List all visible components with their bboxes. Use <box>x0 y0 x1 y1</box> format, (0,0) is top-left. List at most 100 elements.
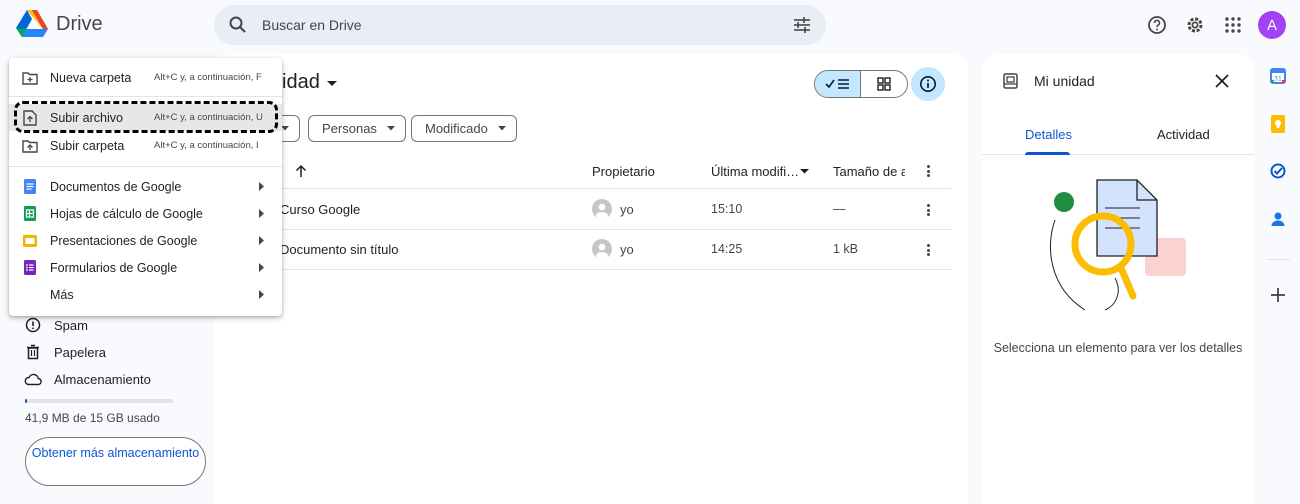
storage-usage-fill <box>25 399 27 403</box>
search-placeholder[interactable]: Buscar en Drive <box>262 17 362 33</box>
view-toggle <box>814 70 908 98</box>
nav-item-label: Almacenamiento <box>54 371 151 387</box>
drive-logo[interactable]: Drive <box>16 10 103 38</box>
menu-item-label: Presentaciones de Google <box>50 233 198 248</box>
nav-item-label: Papelera <box>54 344 107 360</box>
chevron-right-icon <box>259 236 264 245</box>
divider <box>214 229 951 230</box>
view-details-button[interactable] <box>911 67 945 101</box>
divider <box>214 269 951 270</box>
chevron-down-icon <box>386 126 395 131</box>
settings-icon[interactable] <box>1182 12 1208 38</box>
menu-item-label: Hojas de cálculo de Google <box>50 206 203 221</box>
filter-chip-label: Personas <box>322 121 377 136</box>
keep-icon[interactable] <box>1268 114 1288 134</box>
active-tab-indicator <box>1025 152 1070 155</box>
sort-ascending-icon[interactable] <box>295 164 307 178</box>
account-avatar[interactable]: A <box>1258 11 1286 39</box>
menu-divider <box>9 96 282 97</box>
add-addon-icon[interactable] <box>1268 285 1288 305</box>
details-empty-message: Selecciona un elemento para ver los deta… <box>993 341 1243 355</box>
file-name[interactable]: Documento sin título <box>280 242 399 257</box>
menu-item-google-sheets[interactable]: Hojas de cálculo de Google <box>9 200 282 227</box>
menu-item-google-slides[interactable]: Presentaciones de Google <box>9 227 282 254</box>
menu-item-label: Documentos de Google <box>50 179 182 194</box>
chevron-down-icon <box>281 126 289 131</box>
new-folder-icon <box>22 70 38 86</box>
menu-item-new-folder[interactable]: Nueva carpeta Alt+C y, a continuación, F <box>9 64 282 91</box>
apps-grid-icon[interactable] <box>1220 12 1246 38</box>
chevron-right-icon <box>259 263 264 272</box>
title-dropdown-icon[interactable] <box>327 81 337 87</box>
page-title[interactable]: idad <box>282 71 320 94</box>
contacts-icon[interactable] <box>1268 209 1288 229</box>
menu-item-upload-folder[interactable]: Subir carpeta Alt+C y, a continuación, I <box>9 132 282 159</box>
chevron-right-icon <box>259 209 264 218</box>
file-size: — <box>833 202 846 216</box>
trash-icon <box>24 343 42 361</box>
chevron-right-icon <box>259 290 264 299</box>
sort-dropdown-icon[interactable] <box>800 169 809 174</box>
menu-item-google-forms[interactable]: Formularios de Google <box>9 254 282 281</box>
grid-view-button[interactable] <box>861 71 907 97</box>
menu-item-more[interactable]: Más <box>9 281 282 308</box>
tasks-icon[interactable] <box>1268 161 1288 181</box>
menu-item-shortcut: Alt+C y, a continuación, F <box>154 72 262 83</box>
menu-item-shortcut: Alt+C y, a continuación, I <box>154 140 259 151</box>
file-size: 1 kB <box>833 242 859 256</box>
column-header-size[interactable]: Tamaño de a <box>833 164 905 179</box>
filter-chip-label: Modificado <box>425 121 488 136</box>
storage-usage-text: 41,9 MB de 15 GB usado <box>25 411 160 425</box>
chevron-down-icon <box>497 126 506 131</box>
calendar-icon[interactable]: 31 <box>1268 66 1288 86</box>
slides-icon <box>22 233 38 249</box>
menu-item-label: Más <box>50 287 74 302</box>
spam-icon <box>24 316 42 334</box>
details-title: Mi unidad <box>1034 73 1095 89</box>
info-icon <box>920 76 936 92</box>
forms-icon <box>22 260 38 276</box>
nav-item-storage[interactable]: Almacenamiento <box>24 370 151 388</box>
header-actions: A <box>1144 11 1286 39</box>
menu-item-label: Subir carpeta <box>50 138 125 153</box>
cloud-icon <box>24 370 42 388</box>
file-owner: yo <box>592 199 634 219</box>
top-bar: Drive Buscar en Drive A <box>0 0 1300 52</box>
file-name[interactable]: Curso Google <box>280 202 360 217</box>
owner-avatar-icon <box>592 239 612 259</box>
app-name: Drive <box>56 12 103 35</box>
row-more-actions-icon[interactable] <box>922 202 934 218</box>
get-more-storage-button[interactable]: Obtener más almacenamiento <box>25 437 206 486</box>
column-options-icon[interactable] <box>922 163 934 179</box>
folder-upload-icon <box>22 138 38 154</box>
list-view-button[interactable] <box>815 71 862 97</box>
divider <box>214 188 951 189</box>
svg-text:31: 31 <box>1274 76 1282 83</box>
menu-item-label: Nueva carpeta <box>50 70 132 85</box>
empty-details-illustration <box>1049 179 1186 311</box>
list-view-icon <box>824 79 849 89</box>
owner-name: yo <box>620 241 634 257</box>
search-icon[interactable] <box>228 15 248 35</box>
row-more-actions-icon[interactable] <box>922 242 934 258</box>
menu-item-google-docs[interactable]: Documentos de Google <box>9 173 282 200</box>
search-options-icon[interactable] <box>792 15 812 35</box>
close-icon[interactable] <box>1214 73 1230 89</box>
sheets-icon <box>22 206 38 222</box>
column-header-owner[interactable]: Propietario <box>592 164 655 179</box>
search-bar[interactable]: Buscar en Drive <box>214 5 826 45</box>
menu-divider <box>9 166 282 167</box>
filter-chip-modified[interactable]: Modificado <box>411 115 517 142</box>
filter-chip-people[interactable]: Personas <box>308 115 406 142</box>
nav-item-spam[interactable]: Spam <box>24 316 88 334</box>
help-icon[interactable] <box>1144 12 1170 38</box>
column-header-modified[interactable]: Última modifi… <box>711 164 799 179</box>
tab-activity[interactable]: Actividad <box>1157 127 1210 142</box>
storage-usage-bar <box>25 399 173 403</box>
drive-logo-icon <box>16 10 48 37</box>
file-owner: yo <box>592 239 634 259</box>
grid-view-icon <box>877 77 891 91</box>
tab-details[interactable]: Detalles <box>1025 127 1072 142</box>
owner-name: yo <box>620 201 634 217</box>
nav-item-trash[interactable]: Papelera <box>24 343 106 361</box>
